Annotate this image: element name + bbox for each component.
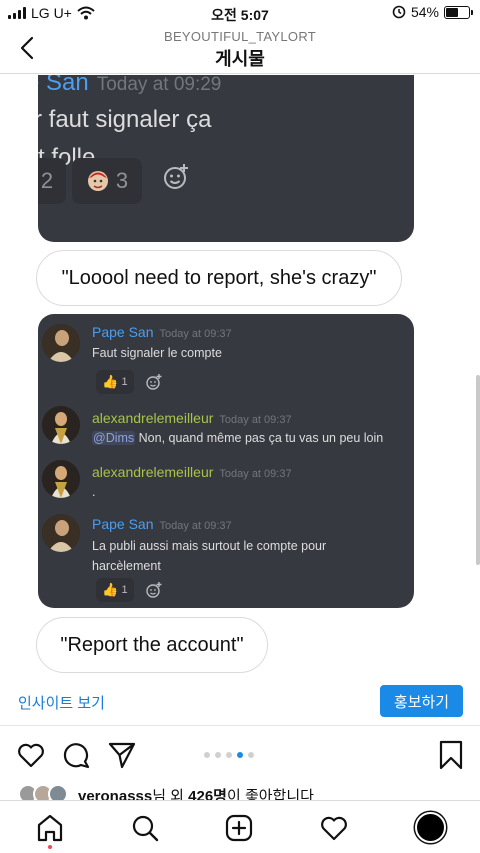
post-image: e SanToday at 09:29 rr faut signaler ça … xyxy=(0,75,480,675)
add-reaction-icon xyxy=(146,582,162,598)
search-icon[interactable] xyxy=(130,813,160,843)
insights-row: 인사이트 보기 홍보하기 xyxy=(0,676,480,726)
status-bar: LG U+ 오전 5:07 54% xyxy=(0,0,480,26)
view-insights-link[interactable]: 인사이트 보기 xyxy=(18,692,105,713)
screenshot-timestamp: Today at 09:29 xyxy=(96,75,222,95)
message-header: alexandrelemeilleur Today at 09:37 xyxy=(92,410,292,428)
carousel-dot xyxy=(248,752,254,758)
discord-screenshot-top: e SanToday at 09:29 rr faut signaler ça … xyxy=(38,75,414,242)
battery-level xyxy=(446,7,458,17)
message-timestamp: Today at 09:37 xyxy=(159,520,232,532)
message-timestamp: Today at 09:37 xyxy=(159,328,232,340)
carousel-dot xyxy=(204,752,210,758)
message-author: Pape San xyxy=(92,516,154,532)
discord-screenshot-bottom: Pape San Today at 09:37 Faut signaler le … xyxy=(38,314,414,608)
activity-icon[interactable] xyxy=(319,813,349,843)
battery-icon xyxy=(444,5,473,19)
add-reaction-icon xyxy=(164,164,188,189)
carousel-dot xyxy=(226,752,232,758)
message-reaction: 👍 1 xyxy=(96,578,134,602)
home-icon[interactable] xyxy=(35,813,65,843)
promote-button[interactable]: 홍보하기 xyxy=(380,685,463,717)
bookmark-icon[interactable] xyxy=(436,740,466,770)
message-author: alexandrelemeilleur xyxy=(92,410,214,426)
carousel-dots xyxy=(204,752,254,758)
reaction-count: 1 xyxy=(121,376,128,388)
status-right: 54% xyxy=(392,4,473,20)
avatar xyxy=(42,406,80,444)
message-body: Non, quand même pas ça tu vas un peu loi… xyxy=(138,431,384,445)
post-header: BEYOUTIFUL_TAYLORT 게시물 xyxy=(0,26,480,74)
header-username[interactable]: BEYOUTIFUL_TAYLORT xyxy=(0,29,480,44)
profile-avatar[interactable] xyxy=(415,812,446,843)
message-author: alexandrelemeilleur xyxy=(92,464,214,480)
message-text: @Dims Non, quand même pas ça tu vas un p… xyxy=(92,428,392,448)
message-text: Faut signaler le compte xyxy=(92,346,222,360)
add-reaction-icon xyxy=(146,374,162,390)
mention: @Dims xyxy=(92,431,136,445)
message-header: Pape San Today at 09:37 xyxy=(92,516,232,534)
message-header: Pape San Today at 09:37 xyxy=(92,324,232,342)
avatar xyxy=(42,514,80,552)
heart-icon[interactable] xyxy=(16,740,46,770)
screenshot-reaction: 2 xyxy=(38,158,66,204)
emoji-face-icon xyxy=(87,171,108,191)
avatar xyxy=(42,460,80,498)
message-timestamp: Today at 09:37 xyxy=(219,414,292,426)
message-text: . xyxy=(92,485,96,499)
screenshot-reaction: 3 xyxy=(72,158,142,204)
page-title: 게시물 xyxy=(215,49,265,69)
screenshot-author: e San xyxy=(38,75,89,96)
reaction-count: 3 xyxy=(115,168,129,193)
reaction-count: 2 xyxy=(40,168,54,193)
battery-percent: 54% xyxy=(410,4,439,20)
add-post-icon[interactable] xyxy=(224,813,254,843)
reaction-count: 1 xyxy=(121,584,128,596)
message-timestamp: Today at 09:37 xyxy=(219,468,292,480)
notification-dot xyxy=(48,845,52,849)
message-header: alexandrelemeilleur Today at 09:37 xyxy=(92,464,292,482)
share-icon[interactable] xyxy=(107,740,137,770)
comment-icon[interactable] xyxy=(62,740,92,770)
caption-bubble: "Report the account" xyxy=(36,617,268,673)
message-line: La publi aussi mais surtout le compte po… xyxy=(92,539,327,553)
caption-bubble: "Looool need to report, she's crazy" xyxy=(36,250,402,306)
message-line: harcèlement xyxy=(92,559,161,573)
carousel-dot xyxy=(215,752,221,758)
thumbs-up-icon: 👍 xyxy=(102,374,119,389)
avatar xyxy=(42,324,80,362)
post-actions xyxy=(0,732,480,776)
bottom-nav xyxy=(0,800,480,853)
alarm-icon xyxy=(392,5,406,19)
message-reaction: 👍 1 xyxy=(96,370,134,394)
message-author: Pape San xyxy=(92,324,154,340)
screenshot-line: rr faut signaler ça xyxy=(38,106,212,133)
screenshot-header: e San Today at 09:29 xyxy=(38,75,221,97)
message-text: La publi aussi mais surtout le compte po… xyxy=(92,536,392,576)
thumbs-up-icon: 👍 xyxy=(102,582,119,597)
scroll-indicator xyxy=(476,375,480,565)
carousel-dot xyxy=(237,752,243,758)
